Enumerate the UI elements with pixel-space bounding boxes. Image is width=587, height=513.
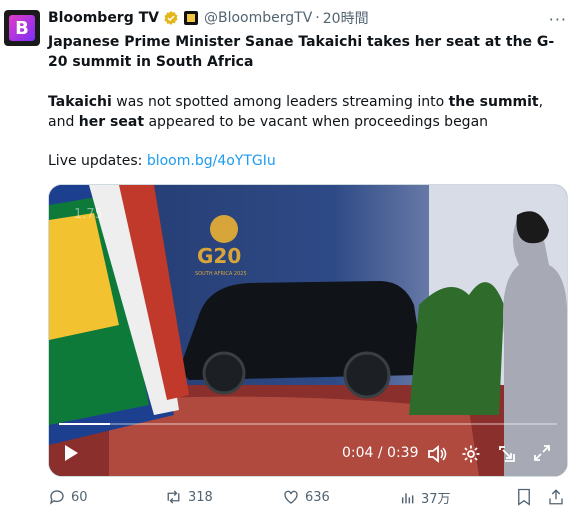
tweet-body: Takaichi was not spotted among leaders s… — [48, 92, 573, 132]
reply-icon — [49, 490, 64, 505]
post-time[interactable]: 20時間 — [323, 8, 369, 28]
tweet-title: Japanese Prime Minister Sanae Takaichi t… — [48, 34, 555, 70]
like-count: 636 — [305, 489, 330, 505]
bookmark-icon — [518, 488, 530, 506]
reply-count: 60 — [71, 489, 88, 505]
affiliate-badge-icon[interactable] — [184, 11, 198, 25]
g20-logo-text: G20 — [197, 244, 241, 268]
progress-fill — [59, 423, 111, 425]
body-text-3: appeared to be vacant when proceedings b… — [144, 114, 489, 130]
video-player[interactable]: G20 SOUTH AFRICA 2025 1.75 0:04 / 0:39 — [48, 184, 568, 477]
body-bold-1: Takaichi — [48, 94, 112, 110]
live-updates-link[interactable]: bloom.bg/4oYTGIu — [147, 153, 276, 169]
video-time: 0:04 / 0:39 — [342, 445, 419, 461]
repost-icon — [167, 490, 180, 504]
live-updates: Live updates: bloom.bg/4oYTGIu — [48, 151, 276, 171]
video-frame: G20 SOUTH AFRICA 2025 — [49, 185, 567, 476]
body-bold-3: her seat — [78, 114, 145, 130]
suv-wheel-front — [343, 351, 391, 399]
tweet-header: Bloomberg TV @BloombergTV · 20時間 — [48, 8, 577, 28]
views-count: 37万 — [421, 492, 451, 507]
avatar-logo: B — [9, 15, 35, 41]
action-bar: 60 318 636 37万 — [48, 488, 577, 510]
views-button[interactable]: 37万 — [400, 488, 451, 507]
avatar[interactable]: B — [4, 10, 40, 46]
more-options-icon[interactable]: ··· — [549, 10, 567, 29]
g20-lotus-logo — [210, 215, 238, 243]
bookmark-button[interactable] — [516, 488, 537, 506]
share-icon — [549, 489, 563, 505]
verified-badge-icon — [163, 10, 179, 26]
views-chart-icon — [401, 492, 414, 503]
share-button[interactable] — [547, 488, 570, 506]
separator-dot: · — [315, 10, 320, 26]
heart-icon — [284, 490, 298, 504]
suv-wheel-rear — [202, 351, 246, 395]
speed-watermark: 1.75 — [74, 207, 103, 222]
account-handle[interactable]: @BloombergTV — [204, 10, 312, 26]
repost-count: 318 — [188, 489, 213, 505]
repost-button[interactable]: 318 — [164, 488, 213, 506]
volume-icon[interactable] — [427, 444, 447, 468]
like-button[interactable]: 636 — [282, 488, 330, 506]
fullscreen-icon[interactable] — [533, 444, 551, 466]
live-updates-label: Live updates: — [48, 153, 147, 169]
progress-bar[interactable] — [59, 423, 557, 425]
body-bold-2: the summit — [448, 94, 539, 110]
dock-video-icon[interactable] — [497, 444, 517, 468]
account-name[interactable]: Bloomberg TV — [48, 10, 159, 26]
play-icon[interactable] — [63, 444, 79, 466]
settings-gear-icon[interactable] — [461, 444, 481, 468]
body-text-1: was not spotted among leaders streaming … — [111, 94, 449, 110]
reply-button[interactable]: 60 — [48, 488, 88, 506]
g20-logo-subtitle: SOUTH AFRICA 2025 — [195, 271, 247, 277]
flowers — [409, 282, 504, 415]
